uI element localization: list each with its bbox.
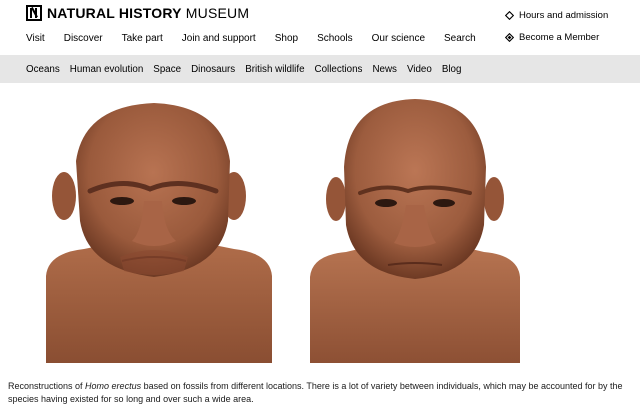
nav-search[interactable]: Search [444, 32, 476, 54]
homo-erectus-bust-right [310, 99, 520, 363]
article-figure [0, 83, 640, 378]
subnav-video[interactable]: Video [407, 64, 432, 75]
nav-visit[interactable]: Visit [26, 32, 45, 54]
become-member-label: Become a Member [519, 31, 600, 43]
hours-admission-link[interactable]: Hours and admission [505, 8, 640, 22]
main-navigation: Visit Discover Take part Join and suppor… [26, 32, 495, 62]
subnav-collections[interactable]: Collections [315, 64, 363, 75]
site-logo[interactable]: NATURAL HISTORY MUSEUM [26, 4, 249, 22]
subnav-british-wildlife[interactable]: British wildlife [245, 64, 304, 75]
nav-shop[interactable]: Shop [275, 32, 298, 54]
utility-links: Hours and admission Become a Member [505, 8, 640, 52]
nav-take-part[interactable]: Take part [122, 32, 163, 54]
discover-subnav: Oceans Human evolution Space Dinosaurs B… [0, 55, 640, 83]
subnav-human-evolution[interactable]: Human evolution [70, 64, 144, 75]
figure-caption: Reconstructions of Homo erectus based on… [8, 381, 623, 404]
nav-schools[interactable]: Schools [317, 32, 353, 54]
subnav-space[interactable]: Space [153, 64, 181, 75]
subnav-blog[interactable]: Blog [442, 64, 462, 75]
become-member-link[interactable]: Become a Member [505, 30, 640, 44]
logo-text: NATURAL HISTORY MUSEUM [47, 5, 250, 21]
homo-erectus-bust-left [46, 103, 272, 363]
diamond-icon [505, 10, 514, 20]
hours-admission-label: Hours and admission [519, 9, 609, 21]
subnav-oceans[interactable]: Oceans [26, 64, 60, 75]
site-header: NATURAL HISTORY MUSEUM Hours and admissi… [0, 0, 640, 62]
subnav-dinosaurs[interactable]: Dinosaurs [191, 64, 235, 75]
nav-discover[interactable]: Discover [63, 32, 103, 62]
logo-mark-icon [26, 5, 42, 21]
species-name: Homo erectus [85, 381, 142, 391]
subnav-news[interactable]: News [372, 64, 397, 75]
nav-our-science[interactable]: Our science [372, 32, 425, 54]
membership-diamond-icon [505, 32, 514, 42]
nav-join-support[interactable]: Join and support [182, 32, 256, 54]
